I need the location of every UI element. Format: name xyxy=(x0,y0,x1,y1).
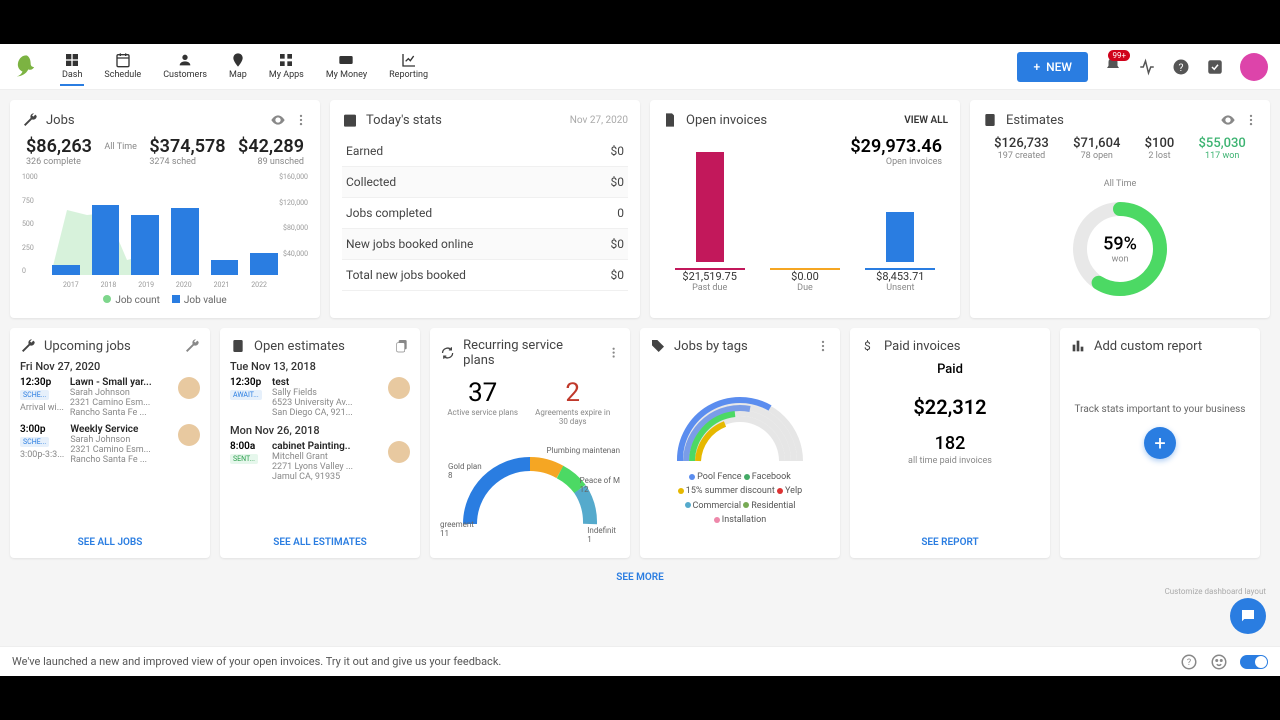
customize-layout-link[interactable]: Customize dashboard layout xyxy=(1165,587,1266,596)
invoice-bar: $21,519.75Past due xyxy=(662,152,757,293)
eye-icon[interactable] xyxy=(270,112,286,128)
add-report-button[interactable]: + xyxy=(1144,427,1176,459)
check-icon[interactable] xyxy=(1206,58,1224,76)
nav-reporting[interactable]: Reporting xyxy=(387,48,430,86)
stat-row: Total new jobs booked$0 xyxy=(342,260,628,291)
job-item[interactable]: 12:30pSCHE...Arrival wi...Lawn - Small y… xyxy=(20,377,200,418)
eye-icon[interactable] xyxy=(1220,112,1236,128)
see-report-link[interactable]: SEE REPORT xyxy=(850,537,1050,548)
paid-invoices-card: $Paid invoices Paid $22,312 182 all time… xyxy=(850,328,1050,558)
svg-text:?: ? xyxy=(1187,658,1191,668)
notifications-icon[interactable]: 99+ xyxy=(1104,56,1122,78)
more-icon[interactable] xyxy=(607,346,620,359)
open-estimates-card: Open estimates Tue Nov 13, 201812:30pAWA… xyxy=(220,328,420,558)
wrench-icon xyxy=(22,112,38,128)
new-button[interactable]: +NEW xyxy=(1017,52,1088,82)
dollar-icon: $ xyxy=(860,338,876,354)
view-all-link[interactable]: VIEW ALL xyxy=(904,115,948,126)
more-icon[interactable] xyxy=(816,339,830,353)
today-stats-card: Today's stats Nov 27, 2020 Earned$0Colle… xyxy=(330,100,640,318)
nav-mymoney[interactable]: My Money xyxy=(324,48,369,86)
jobs-title: Jobs xyxy=(46,113,75,128)
see-more-link[interactable]: SEE MORE xyxy=(0,568,1280,587)
recurring-gauge: Gold plan8 greement11 Plumbing maintenan… xyxy=(440,434,620,544)
upcoming-jobs-card: Upcoming jobs Fri Nov 27, 2020 12:30pSCH… xyxy=(10,328,210,558)
add-report-card: Add custom report Track stats important … xyxy=(1060,328,1260,558)
user-avatar[interactable] xyxy=(1240,53,1268,81)
top-nav: Dash Schedule Customers Map My Apps My M… xyxy=(0,44,1280,90)
recurring-plans-card: Recurring service plans 37Active service… xyxy=(430,328,630,558)
estimates-card: Estimates $126,733197 created$71,60478 o… xyxy=(970,100,1270,318)
more-icon[interactable] xyxy=(294,113,308,127)
calendar-icon xyxy=(342,112,358,128)
see-all-estimates-link[interactable]: SEE ALL ESTIMATES xyxy=(220,537,420,548)
jobs-by-tags-card: Jobs by tags Pool Fence Facebook 15% sum… xyxy=(640,328,840,558)
refresh-icon xyxy=(440,345,455,361)
see-all-jobs-link[interactable]: SEE ALL JOBS xyxy=(10,537,210,548)
wrench-icon[interactable] xyxy=(184,338,200,354)
footer-bar: We've launched a new and improved view o… xyxy=(0,646,1280,676)
feedback-icon[interactable] xyxy=(1210,653,1228,671)
nav-schedule[interactable]: Schedule xyxy=(102,48,143,86)
estimate-item[interactable]: 12:30pAWAIT...testSally Fields6523 Unive… xyxy=(230,377,410,418)
stat-row: Jobs completed0 xyxy=(342,198,628,229)
job-item[interactable]: 3:00pSCHE...3:00p-3:3...Weekly ServiceSa… xyxy=(20,424,200,465)
svg-text:?: ? xyxy=(1179,60,1184,73)
toggle-switch[interactable] xyxy=(1240,655,1268,669)
tag-icon xyxy=(650,338,666,354)
activity-icon[interactable] xyxy=(1138,58,1156,76)
invoice-icon xyxy=(662,112,678,128)
nav-myapps[interactable]: My Apps xyxy=(267,48,306,86)
nav-customers[interactable]: Customers xyxy=(161,48,209,86)
stat-row: New jobs booked online$0 xyxy=(342,229,628,260)
clipboard-icon xyxy=(230,338,246,354)
help-icon[interactable]: ? xyxy=(1172,58,1190,76)
stat-row: Collected$0 xyxy=(342,167,628,198)
estimate-item[interactable]: 8:00aSENT...cabinet Painting..Mitchell G… xyxy=(230,441,410,482)
open-invoices-card: Open invoices VIEW ALL $29,973.46 Open i… xyxy=(650,100,960,318)
more-icon[interactable] xyxy=(1244,113,1258,127)
invoice-bar: $8,453.71Unsent xyxy=(853,212,948,293)
chat-button[interactable] xyxy=(1230,598,1266,634)
logo xyxy=(12,53,40,81)
copy-icon[interactable] xyxy=(394,338,410,354)
stat-row: Earned$0 xyxy=(342,136,628,167)
clipboard-icon xyxy=(982,112,998,128)
estimates-donut: 59%won xyxy=(1070,199,1170,299)
svg-text:$: $ xyxy=(864,339,871,353)
nav-map[interactable]: Map xyxy=(227,48,249,86)
jobs-card: Jobs $86,263326 complete All Time $374,5… xyxy=(10,100,320,318)
nav-dash[interactable]: Dash xyxy=(60,48,84,86)
wrench-icon xyxy=(20,338,36,354)
jobs-chart: 10007505002500 $160,000$120,000$80,000$4… xyxy=(22,173,308,293)
chart-icon xyxy=(1070,338,1086,354)
tags-chart xyxy=(650,366,830,466)
invoice-bar: $0.00Due xyxy=(757,262,852,293)
help-icon[interactable]: ? xyxy=(1180,653,1198,671)
